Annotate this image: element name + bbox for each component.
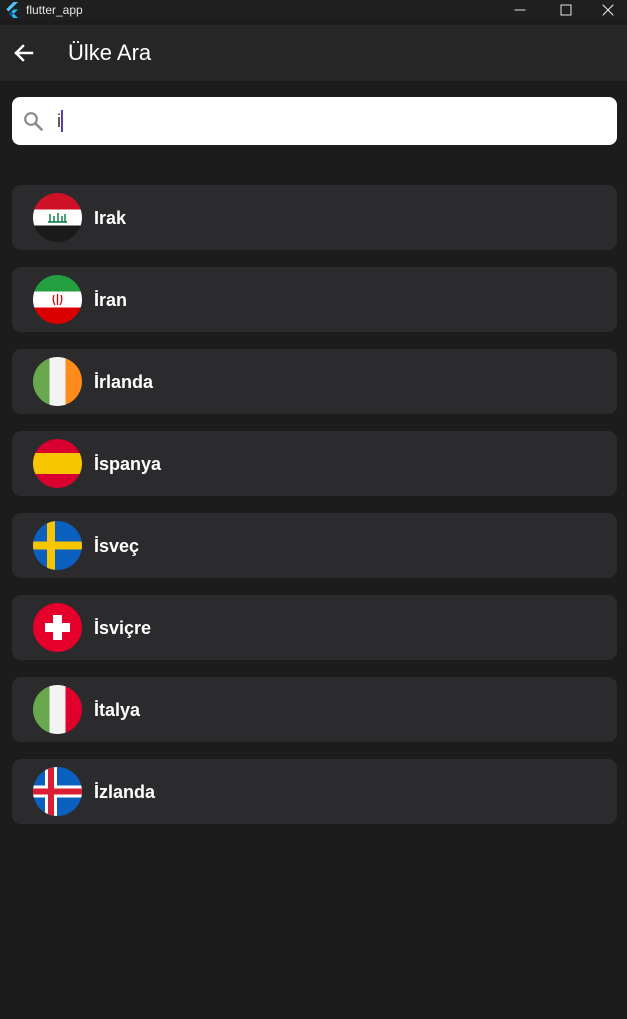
close-icon <box>602 4 614 16</box>
maximize-button[interactable] <box>543 0 589 20</box>
search-input[interactable] <box>57 107 597 135</box>
app-bar: Ülke Ara <box>0 25 627 81</box>
page-title: Ülke Ara <box>68 40 152 65</box>
close-button[interactable] <box>589 0 627 20</box>
window-title: flutter_app <box>26 3 83 17</box>
minimize-icon <box>514 9 526 11</box>
list-item-country[interactable]: İran <box>12 267 617 332</box>
back-button[interactable] <box>10 39 38 67</box>
country-name: İspanya <box>94 454 162 474</box>
list-item-country[interactable]: İzlanda <box>12 759 617 824</box>
minimize-button[interactable] <box>497 0 543 20</box>
country-name: İsviçre <box>94 618 152 638</box>
list-item-country[interactable]: İrlanda <box>12 349 617 414</box>
iceland-flag-icon <box>33 767 82 816</box>
list-item-country[interactable]: İsveç <box>12 513 617 578</box>
search-icon <box>23 111 43 131</box>
iran-flag-icon <box>33 275 82 324</box>
italy-flag-icon <box>33 685 82 734</box>
country-name: Irak <box>94 208 127 228</box>
maximize-icon <box>560 4 572 16</box>
country-list: Irak İran İrlanda İspanya İsveç İsviçre … <box>12 185 617 841</box>
window-titlebar: flutter_app <box>0 0 627 20</box>
country-name: İtalya <box>94 700 141 720</box>
country-name: İsveç <box>94 536 140 556</box>
text-cursor <box>61 110 63 132</box>
spain-flag-icon <box>33 439 82 488</box>
list-item-country[interactable]: İspanya <box>12 431 617 496</box>
arrow-back-icon <box>14 44 34 62</box>
search-field[interactable] <box>12 97 617 145</box>
ireland-flag-icon <box>33 357 82 406</box>
list-item-country[interactable]: İtalya <box>12 677 617 742</box>
flutter-logo-icon <box>5 2 19 18</box>
country-name: İrlanda <box>94 372 154 392</box>
country-name: İzlanda <box>94 782 156 802</box>
list-item-country[interactable]: Irak <box>12 185 617 250</box>
iraq-flag-icon <box>33 193 82 242</box>
list-item-country[interactable]: İsviçre <box>12 595 617 660</box>
country-name: İran <box>94 290 128 310</box>
switzerland-flag-icon <box>33 603 82 652</box>
sweden-flag-icon <box>33 521 82 570</box>
